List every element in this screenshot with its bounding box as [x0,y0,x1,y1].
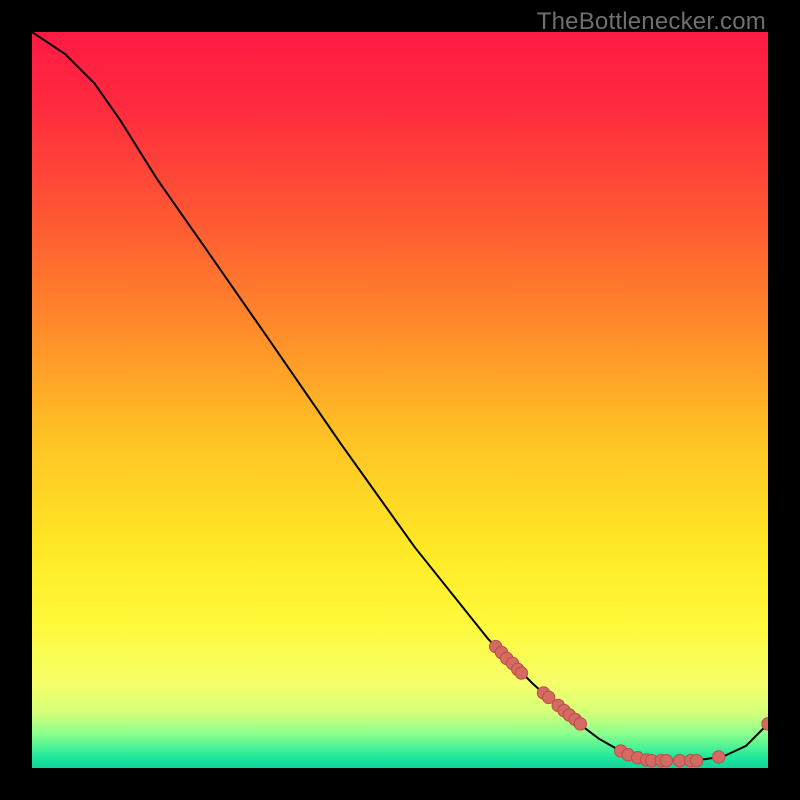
gradient-background [32,32,768,768]
data-point [712,751,724,763]
data-point [690,754,702,766]
data-point [660,754,672,766]
chart-stage: TheBottlenecker.com [0,0,800,800]
data-point [574,718,586,730]
data-point [515,667,527,679]
bottleneck-curve-chart [32,32,768,768]
